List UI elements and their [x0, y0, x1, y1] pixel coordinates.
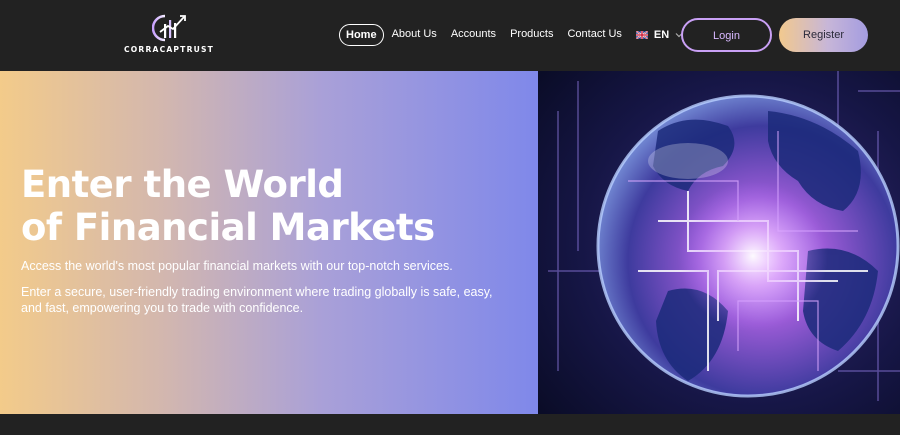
globe-illustration — [538, 71, 900, 414]
brand-logo[interactable]: CORRACAPTRUST — [120, 12, 218, 58]
hero-section: Enter the World of Financial Markets Acc… — [0, 71, 538, 414]
hero-globe-image — [538, 71, 900, 414]
register-button[interactable]: Register — [779, 18, 868, 52]
language-code: EN — [653, 29, 670, 41]
hero-title-line1: Enter the World — [21, 163, 344, 206]
nav-home[interactable]: Home — [339, 24, 384, 46]
hero-title: Enter the World of Financial Markets — [21, 163, 501, 249]
site-header: CORRACAPTRUST Home About Us Accounts Pro… — [0, 0, 900, 71]
logo-mark-icon — [152, 14, 186, 42]
language-selector[interactable]: EN — [635, 29, 683, 41]
hero-paragraph-1: Access the world's most popular financia… — [21, 259, 453, 273]
nav-about-us[interactable]: About Us — [386, 24, 443, 46]
bottom-strip — [0, 414, 900, 435]
brand-name: CORRACAPTRUST — [123, 45, 215, 54]
uk-flag-icon — [635, 31, 648, 39]
main-nav: Home About Us Accounts Products Contact … — [339, 24, 683, 46]
hero-paragraph-2: Enter a secure, user-friendly trading en… — [21, 285, 493, 315]
login-button[interactable]: Login — [681, 18, 772, 52]
nav-products[interactable]: Products — [504, 24, 559, 46]
hero-title-line2: of Financial Markets — [21, 206, 435, 249]
nav-accounts[interactable]: Accounts — [445, 24, 502, 46]
nav-contact-us[interactable]: Contact Us — [561, 24, 627, 46]
